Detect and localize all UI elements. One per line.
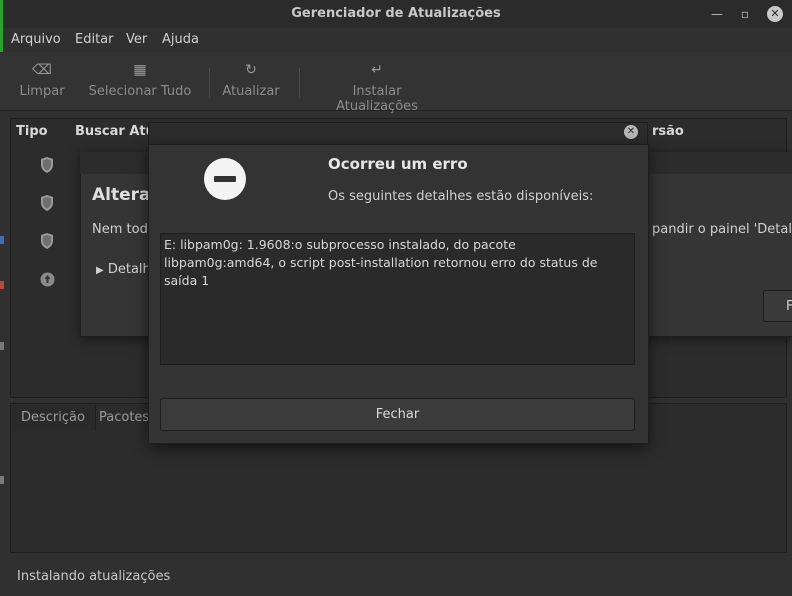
shield-icon [41, 195, 53, 211]
progress-dialog-header [148, 122, 648, 146]
menu-bar [0, 28, 792, 52]
shield-icon [41, 233, 53, 249]
edge-artifact [0, 281, 4, 289]
close-icon[interactable]: ✕ [767, 6, 783, 22]
menu-ajuda[interactable]: Ajuda [162, 32, 199, 47]
status-text: Instalando atualizações [17, 569, 171, 584]
install-label: Instalar Atualizações [336, 84, 418, 114]
edge-artifact [0, 342, 4, 350]
install-icon: ↵ [371, 62, 383, 78]
error-dialog-subtitle: Os seguintes detalhes estão disponíveis: [328, 189, 594, 204]
changes-dialog-text-right: pandir o painel 'Detalhe [652, 222, 792, 237]
refresh-button[interactable]: ↻ Atualizar [220, 52, 282, 110]
minimize-icon[interactable]: — [708, 5, 726, 23]
tab-description[interactable]: Descrição [11, 405, 96, 431]
menu-ver[interactable]: Ver [126, 32, 147, 47]
refresh-label: Atualizar [222, 84, 280, 99]
select-all-icon: ▦ [133, 62, 147, 78]
error-dialog-title: Ocorreu um erro [328, 155, 468, 173]
details-expander[interactable]: ▶ Detalh [96, 262, 151, 277]
column-header-type[interactable]: Tipo [16, 124, 48, 139]
changes-dialog-text: Nem toda [92, 222, 156, 237]
select-all-label: Selecionar Tudo [88, 84, 192, 99]
backspace-icon: ⌫ [32, 62, 52, 78]
changes-dialog-button[interactable]: F [763, 290, 792, 322]
install-updates-button[interactable]: ↵ Instalar Atualizações [310, 52, 444, 114]
edge-artifact [0, 476, 4, 484]
toolbar-separator [209, 68, 210, 98]
edge-artifact [0, 236, 4, 244]
close-icon[interactable]: ✕ [624, 125, 638, 139]
upgrade-arrow-icon [40, 272, 55, 287]
expander-arrow-icon: ▶ [96, 265, 104, 276]
shield-icon [41, 157, 53, 173]
select-all-button[interactable]: ▦ Selecionar Tudo [88, 52, 192, 110]
refresh-icon: ↻ [245, 62, 257, 78]
details-label: Detalh [107, 262, 151, 277]
clear-button[interactable]: ⌫ Limpar [14, 52, 70, 110]
toolbar-separator [299, 68, 300, 98]
clear-label: Limpar [19, 84, 65, 99]
window-title: Gerenciador de Atualizações [291, 6, 501, 21]
column-header-version[interactable]: rsão [652, 124, 684, 139]
close-button[interactable]: Fechar [160, 398, 635, 431]
menu-arquivo[interactable]: Arquivo [11, 32, 61, 47]
error-message: E: libpam0g: 1.9608:o subprocesso instal… [164, 237, 598, 288]
maximize-icon[interactable]: ▫ [736, 5, 754, 23]
error-icon [204, 158, 246, 200]
menu-editar[interactable]: Editar [75, 32, 114, 47]
